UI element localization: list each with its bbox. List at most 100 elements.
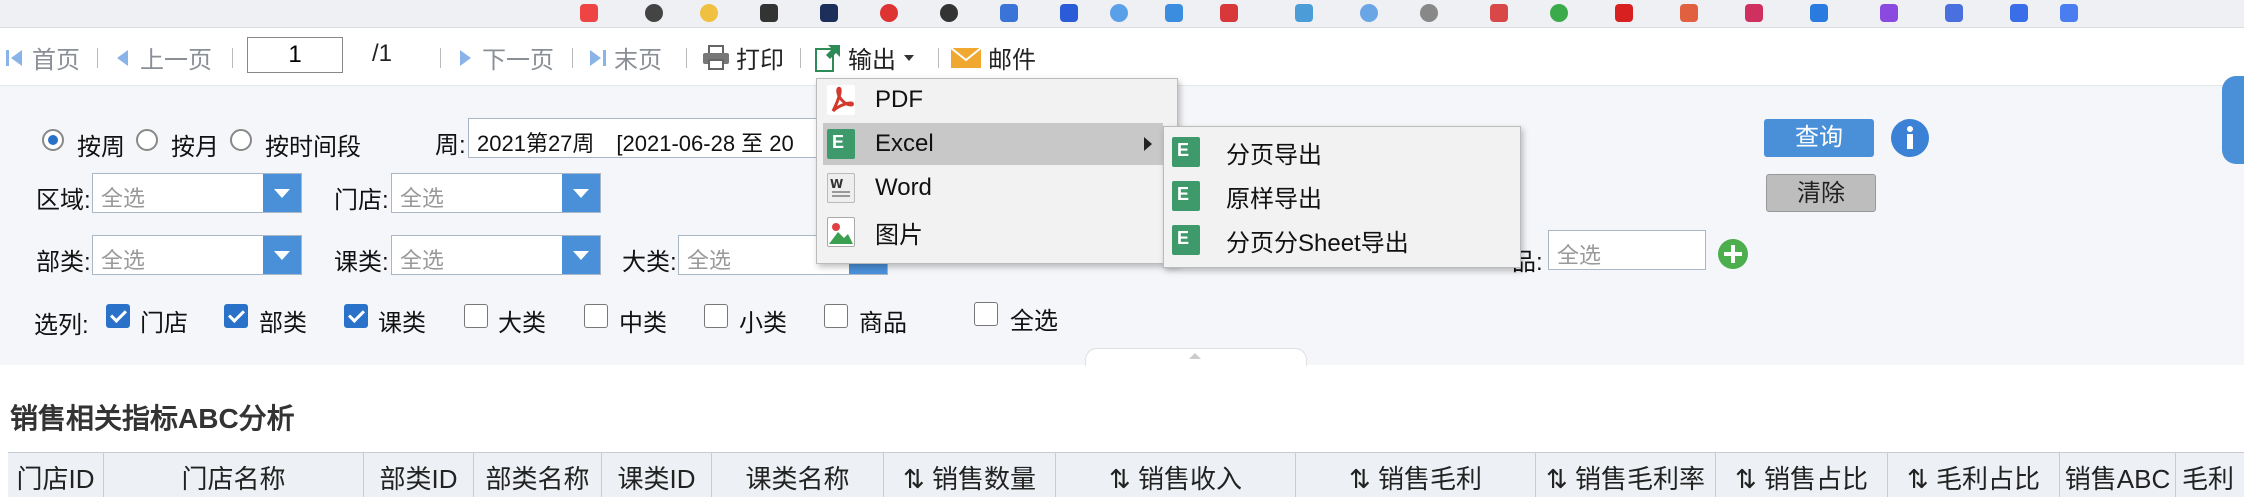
add-icon[interactable] (1717, 238, 1749, 270)
section-select[interactable]: 全选 (391, 235, 601, 275)
export-label: 输出 (848, 47, 896, 74)
radio-by-week[interactable] (42, 129, 64, 151)
bookmark-icon[interactable] (940, 4, 958, 22)
bookmarks-bar (0, 0, 2244, 28)
area-select[interactable]: 全选 (92, 173, 302, 213)
first-page-icon (6, 49, 22, 66)
radio-by-month[interactable] (136, 129, 158, 151)
page-number-input[interactable] (247, 37, 343, 73)
bookmark-icon[interactable] (1000, 4, 1018, 22)
dept-value: 全选 (101, 248, 146, 273)
excel-export-original[interactable]: 原样导出 (1164, 175, 1520, 217)
dropdown-arrow-icon[interactable] (263, 174, 301, 212)
column-header[interactable]: 课类ID (602, 453, 712, 497)
col-checkbox-product[interactable] (824, 304, 848, 328)
query-button[interactable]: 查询 (1764, 119, 1874, 157)
column-header-sortable[interactable]: ⇅ 销售收入 (1056, 453, 1296, 497)
radio-by-range[interactable] (230, 129, 252, 151)
bookmark-icon[interactable] (1550, 4, 1568, 22)
col-label-dept: 部类 (259, 310, 307, 337)
export-menu-word[interactable]: W Word (817, 167, 1177, 209)
report-table-header: 门店ID 门店名称 部类ID 部类名称 课类ID 课类名称 ⇅ 销售数量 ⇅ 销… (8, 452, 2244, 497)
col-checkbox-store[interactable] (106, 304, 130, 328)
column-header[interactable]: 毛利 (2176, 453, 2244, 497)
last-page-label: 末页 (614, 47, 662, 74)
excel-export-paged[interactable]: 分页导出 (1164, 131, 1520, 173)
col-checkbox-section[interactable] (344, 304, 368, 328)
bookmark-icon[interactable] (1420, 4, 1438, 22)
next-page-button[interactable]: 下一页 (454, 40, 554, 75)
collapse-handle[interactable] (1085, 348, 1307, 366)
bookmark-icon[interactable] (1490, 4, 1508, 22)
export-menu-image[interactable]: 图片 (817, 211, 1177, 253)
export-icon (815, 44, 840, 72)
export-menu-pdf[interactable]: PDF (817, 79, 1177, 121)
column-header-sortable[interactable]: ⇅ 毛利占比 (1888, 453, 2060, 497)
bookmark-icon[interactable] (1615, 4, 1633, 22)
col-label-section: 课类 (378, 310, 426, 337)
bookmark-icon[interactable] (760, 4, 778, 22)
select-all-checkbox[interactable] (974, 302, 998, 326)
week-select[interactable]: 2021第27周 [2021-06-28 至 20 (468, 118, 828, 158)
first-page-label: 首页 (32, 47, 80, 74)
column-header-sortable[interactable]: ⇅ 销售占比 (1716, 453, 1888, 497)
bookmark-icon[interactable] (1680, 4, 1698, 22)
dropdown-arrow-icon[interactable] (562, 174, 600, 212)
dropdown-arrow-icon[interactable] (562, 236, 600, 274)
excel-export-sheets-label: 分页分Sheet导出 (1226, 229, 1409, 257)
column-header[interactable]: 门店名称 (104, 453, 364, 497)
bookmark-icon[interactable] (880, 4, 898, 22)
last-page-button[interactable]: 末页 (586, 40, 662, 75)
dept-select[interactable]: 全选 (92, 235, 302, 275)
info-icon[interactable] (1890, 118, 1930, 158)
bookmark-icon[interactable] (645, 4, 663, 22)
toolbar-divider (938, 48, 939, 68)
bookmark-icon[interactable] (1165, 4, 1183, 22)
print-button[interactable]: 打印 (702, 40, 784, 75)
prev-page-button[interactable]: 上一页 (112, 40, 212, 75)
bookmark-icon[interactable] (820, 4, 838, 22)
first-page-button[interactable]: 首页 (4, 40, 80, 75)
export-button[interactable]: 输出 (814, 40, 916, 75)
col-checkbox-midclass[interactable] (584, 304, 608, 328)
col-checkbox-dept[interactable] (224, 304, 248, 328)
column-header[interactable]: 课类名称 (712, 453, 884, 497)
bookmark-icon[interactable] (1360, 4, 1378, 22)
col-checkbox-category[interactable] (464, 304, 488, 328)
bookmark-icon[interactable] (700, 4, 718, 22)
export-menu-excel[interactable]: Excel (823, 123, 1163, 165)
excel-icon (1172, 181, 1200, 211)
bookmark-icon[interactable] (2010, 4, 2028, 22)
toolbar-divider (572, 48, 573, 68)
excel-export-sheets[interactable]: 分页分Sheet导出 (1164, 219, 1520, 261)
bookmark-icon[interactable] (1745, 4, 1763, 22)
bookmark-icon[interactable] (580, 4, 598, 22)
bookmark-icon[interactable] (1810, 4, 1828, 22)
clear-button[interactable]: 清除 (1766, 174, 1876, 212)
column-header[interactable]: 门店ID (8, 453, 104, 497)
store-select[interactable]: 全选 (391, 173, 601, 213)
bookmark-icon[interactable] (1060, 4, 1078, 22)
dropdown-arrow-icon[interactable] (263, 236, 301, 274)
column-header-sortable[interactable]: ⇅ 销售数量 (884, 453, 1056, 497)
column-header[interactable]: 销售ABC (2060, 453, 2176, 497)
column-header-sortable[interactable]: ⇅ 销售毛利 (1296, 453, 1536, 497)
column-header[interactable]: 部类ID (364, 453, 474, 497)
bookmark-icon[interactable] (1220, 4, 1238, 22)
bookmark-icon[interactable] (1295, 4, 1313, 22)
excel-icon (1172, 225, 1200, 255)
bookmark-icon[interactable] (1110, 4, 1128, 22)
area-label: 区域: (36, 187, 91, 214)
column-header-sortable[interactable]: ⇅ 销售毛利率 (1536, 453, 1716, 497)
bookmark-icon[interactable] (2060, 4, 2078, 22)
bookmark-icon[interactable] (1945, 4, 1963, 22)
product-input[interactable]: 全选 (1548, 230, 1706, 270)
column-header[interactable]: 部类名称 (474, 453, 602, 497)
mail-button[interactable]: 邮件 (950, 40, 1036, 75)
side-widget[interactable] (2222, 76, 2244, 164)
col-checkbox-subclass[interactable] (704, 304, 728, 328)
print-label: 打印 (736, 47, 784, 74)
bookmark-icon[interactable] (1880, 4, 1898, 22)
toolbar-divider (440, 48, 441, 68)
store-value: 全选 (400, 186, 445, 211)
